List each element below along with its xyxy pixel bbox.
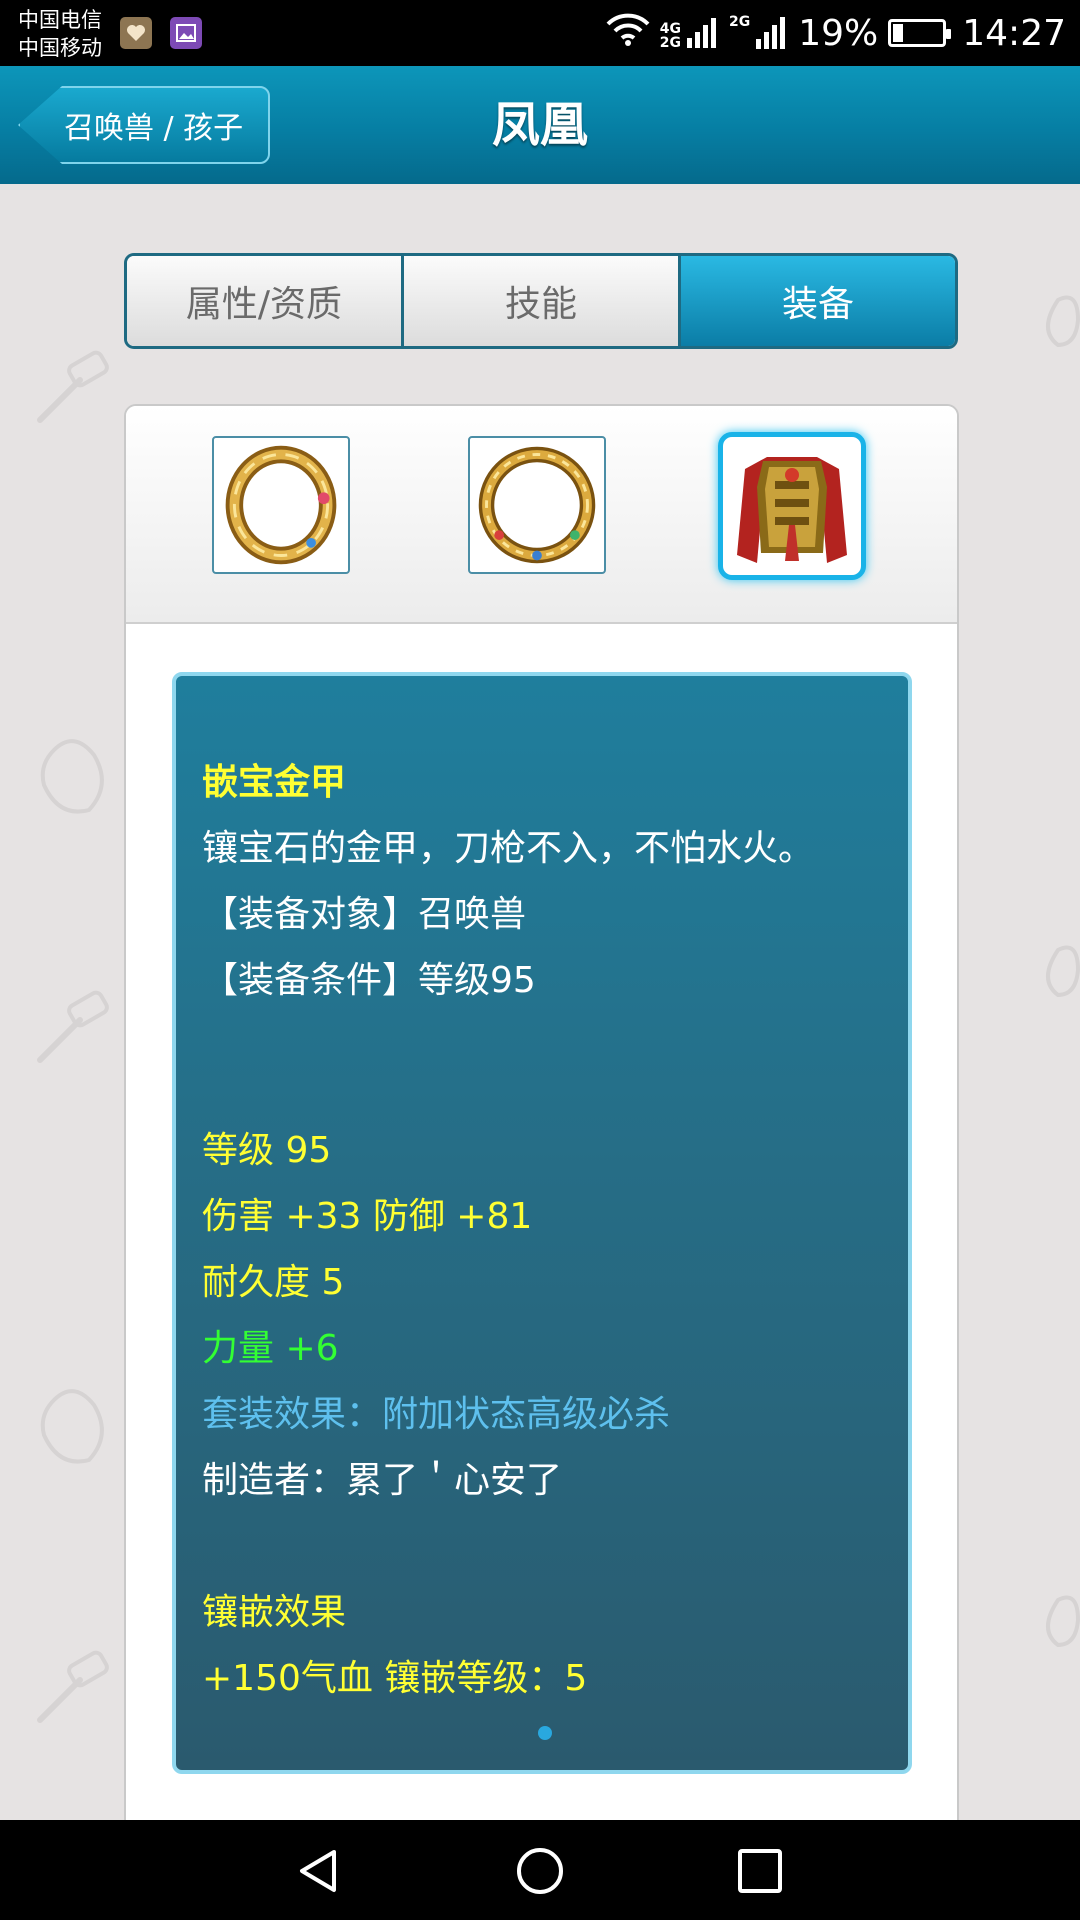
tab-label: 属性/资质: [185, 284, 343, 325]
egg-decoration-icon: [1038, 1590, 1080, 1650]
carrier-1: 中国电信: [18, 8, 102, 32]
page-title: 凤凰: [491, 97, 588, 153]
egg-decoration-icon: [1038, 290, 1080, 350]
tab-attributes[interactable]: 属性/资质: [127, 256, 404, 346]
equipment-panel: 嵌宝金甲 镶宝石的金甲，刀枪不入，不怕水火。 【装备对象】召唤兽 【装备条件】等…: [124, 404, 959, 1824]
home-nav-icon[interactable]: [515, 1846, 565, 1896]
golden-armor-icon: [737, 457, 847, 563]
item-level: 等级 95: [202, 1130, 332, 1171]
equipment-slots: [126, 406, 957, 624]
navigation-bar: [0, 1820, 1080, 1920]
equipment-slot-necklace[interactable]: [468, 436, 606, 574]
item-strength: 力量 +6: [202, 1328, 339, 1369]
network-type-2: 2G: [659, 35, 681, 51]
battery-icon: [888, 19, 952, 47]
battery-percent: 19%: [798, 12, 879, 54]
gold-necklace-icon: [478, 446, 596, 564]
tab-equipment[interactable]: 装备: [681, 256, 955, 346]
egg-decoration-icon: [1038, 940, 1080, 1000]
back-nav-icon[interactable]: [294, 1846, 344, 1896]
network-type-1: 4G: [659, 21, 681, 37]
item-attack-defense: 伤害 +33 防御 +81: [202, 1196, 533, 1237]
item-name: 嵌宝金甲: [202, 762, 347, 803]
item-requirement: 【装备条件】等级95: [202, 960, 536, 1001]
inlay-title: 镶嵌效果: [202, 1592, 347, 1633]
network-type-3: 2G: [729, 14, 751, 30]
item-description: 镶宝石的金甲，刀枪不入，不怕水火。: [202, 828, 815, 869]
wifi-icon: [606, 12, 650, 55]
signal-4g-2g-icon: 4G 2G: [660, 16, 719, 50]
hammer-decoration-icon: [30, 1650, 120, 1730]
clock: 14:27: [962, 12, 1066, 54]
recents-nav-icon[interactable]: [735, 1846, 785, 1896]
battery-fill: [893, 24, 903, 42]
egg-decoration-icon: [34, 1380, 114, 1470]
tab-label: 装备: [781, 284, 854, 325]
tab-bar: 属性/资质 技能 装备: [124, 253, 958, 349]
inlay-detail: +150气血 镶嵌等级：5: [202, 1658, 588, 1699]
item-durability: 耐久度 5: [202, 1262, 345, 1303]
signal-2g-icon: 2G: [729, 15, 788, 51]
item-maker: 制造者：累了＇心安了: [202, 1460, 563, 1501]
carrier-info: 中国电信 中国移动: [18, 6, 102, 62]
equipment-slot-ring[interactable]: [212, 436, 350, 574]
egg-decoration-icon: [34, 730, 114, 820]
gold-ring-icon: [225, 445, 337, 565]
tab-label: 技能: [504, 284, 577, 325]
item-target: 【装备对象】召唤兽: [202, 894, 527, 935]
tab-skills[interactable]: 技能: [404, 256, 681, 346]
hammer-decoration-icon: [30, 990, 120, 1070]
hammer-decoration-icon: [30, 350, 120, 430]
gallery-app-icon: [170, 17, 202, 49]
equipment-slot-armor[interactable]: [718, 432, 866, 580]
carrier-2: 中国移动: [18, 36, 102, 60]
item-info-box: 嵌宝金甲 镶宝石的金甲，刀枪不入，不怕水火。 【装备对象】召唤兽 【装备条件】等…: [172, 672, 912, 1774]
health-app-icon: [120, 17, 152, 49]
status-bar: 中国电信 中国移动 4G 2G 2G 19% 14:27: [0, 0, 1080, 66]
app-header: 召唤兽 / 孩子 凤凰: [0, 66, 1080, 184]
item-set-effect: 套装效果：附加状态高级必杀: [202, 1394, 671, 1435]
page-indicator-dot: [538, 1726, 552, 1740]
